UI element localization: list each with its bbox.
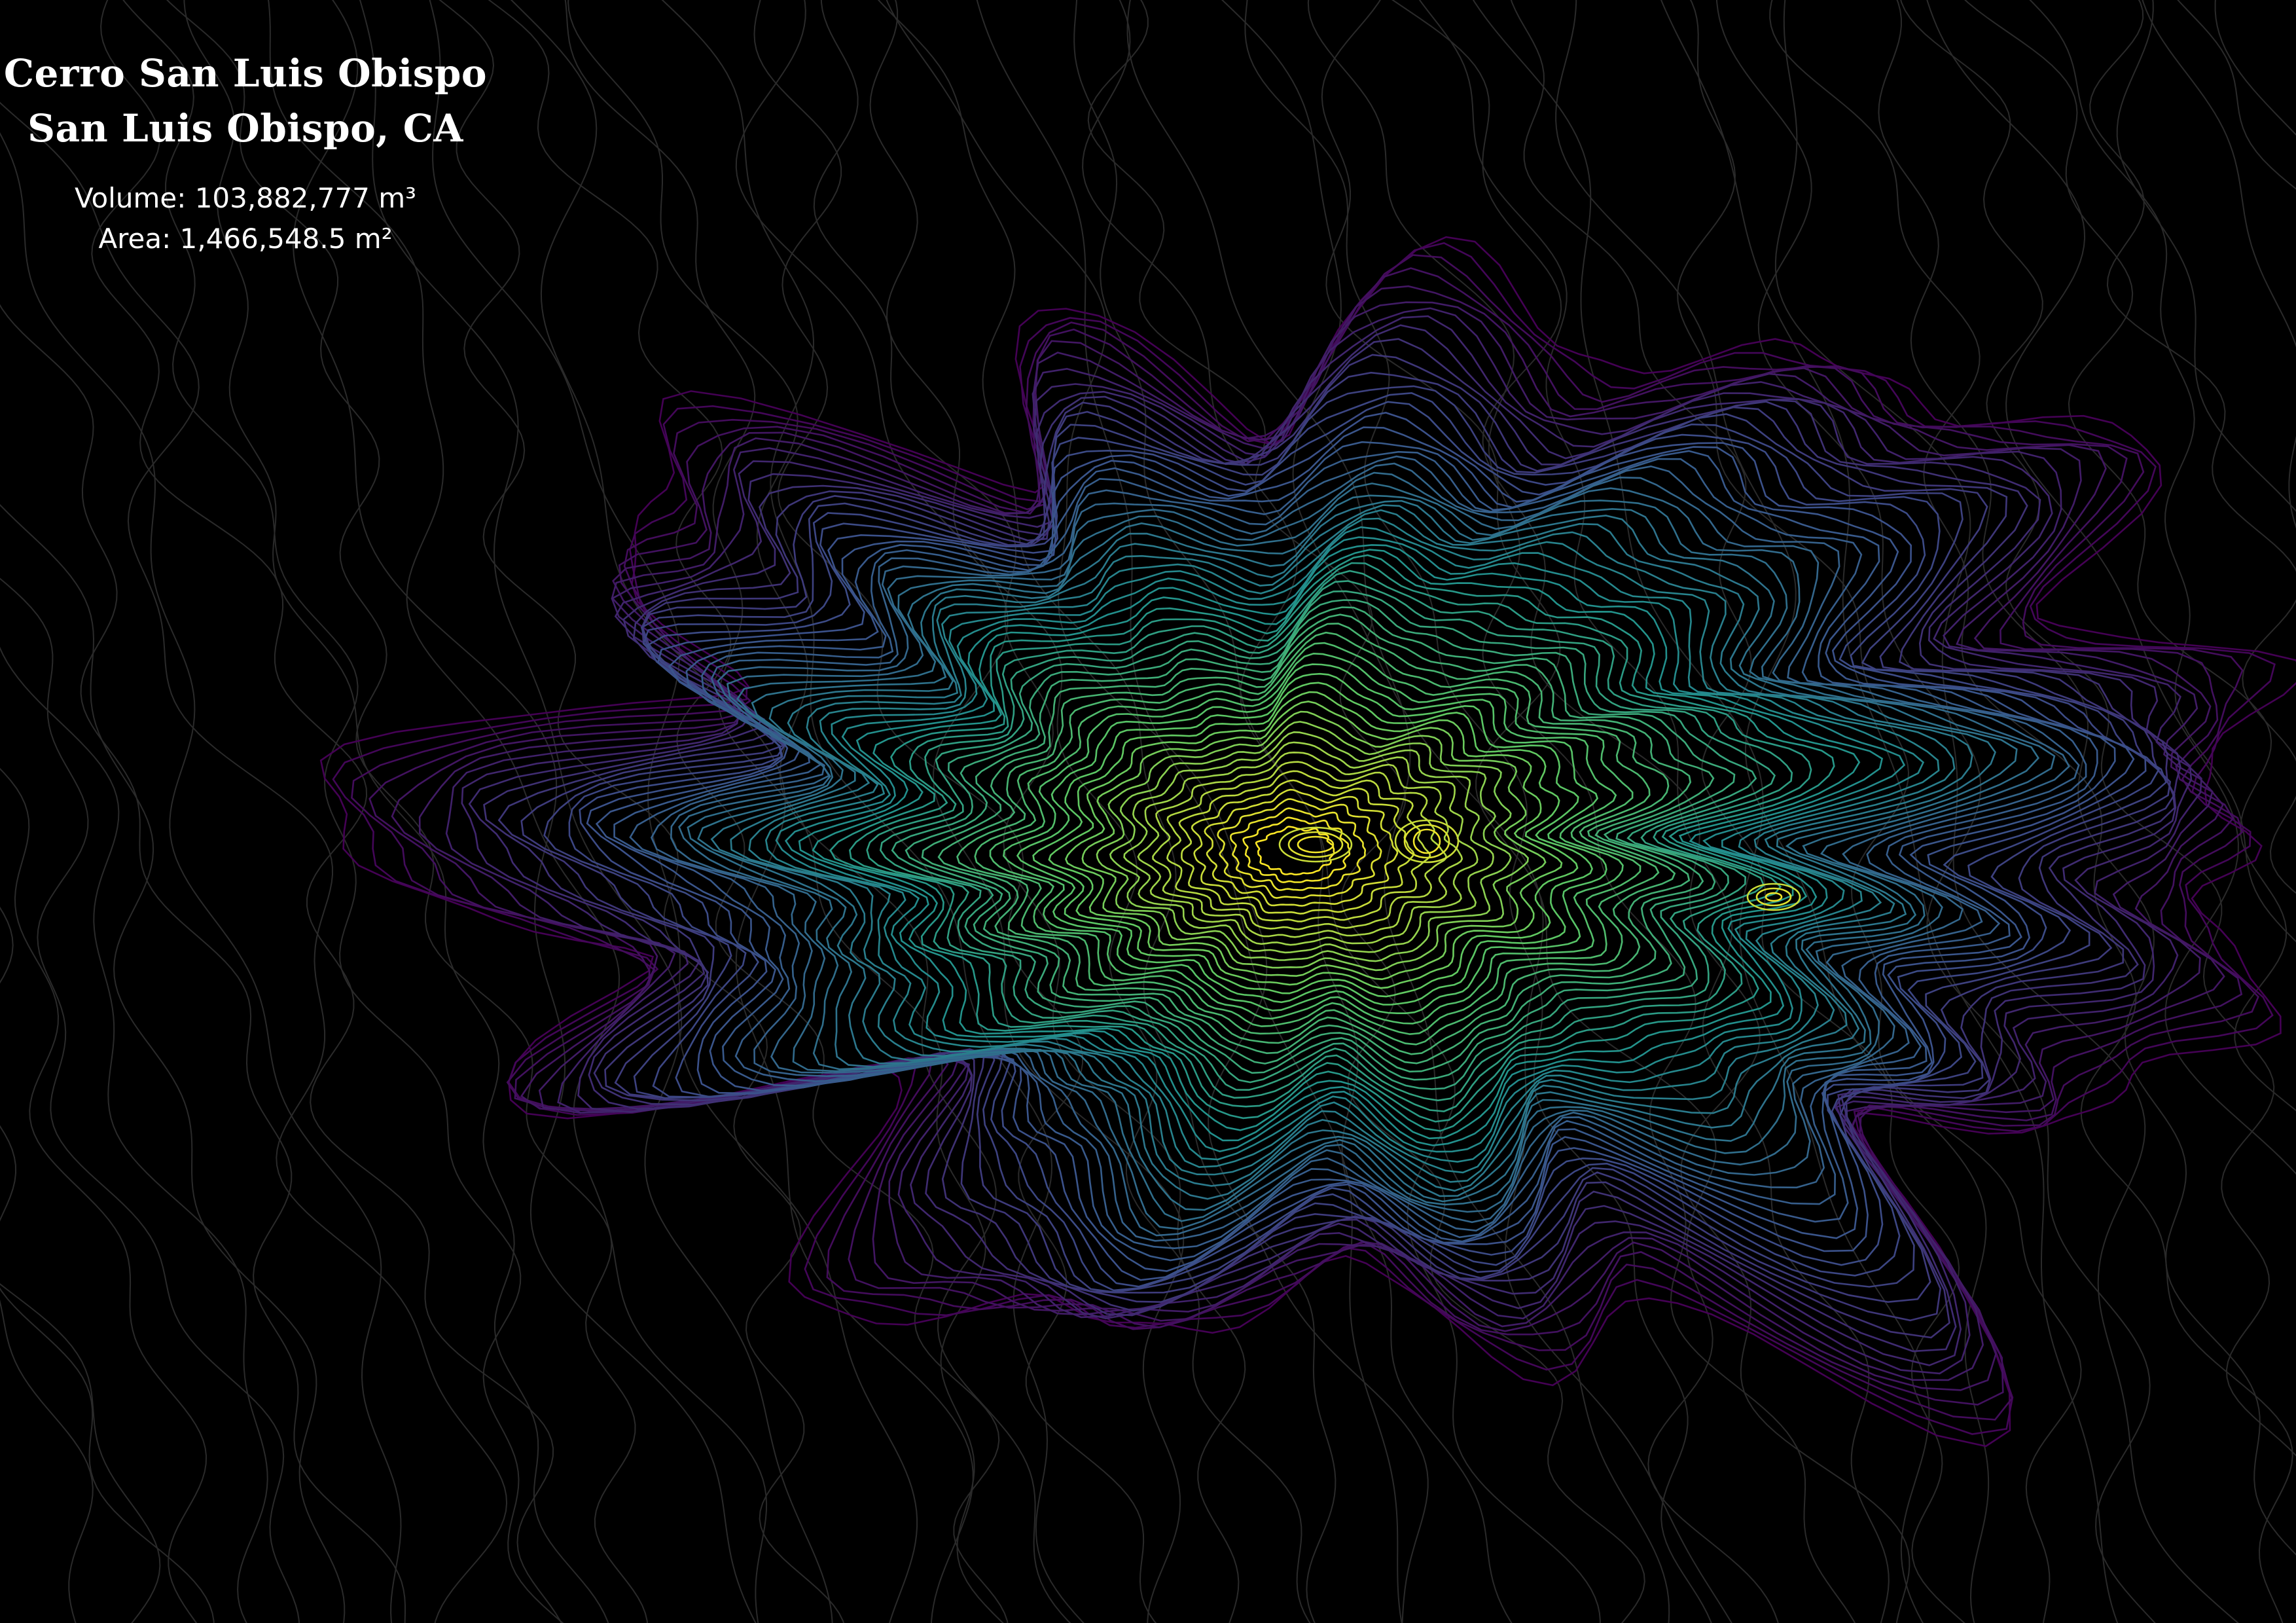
area-label: Area: (98, 223, 171, 255)
area-stat: Area: 1,466,548.5 m² (0, 219, 491, 259)
volume-stat: Volume: 103,882,777 m³ (0, 178, 491, 219)
map-stats: Volume: 103,882,777 m³ Area: 1,466,548.5… (0, 178, 491, 259)
volume-value: 103,882,777 m³ (194, 182, 416, 214)
map-legend: Cerro San Luis Obispo San Luis Obispo, C… (0, 46, 491, 259)
area-value: 1,466,548.5 m² (179, 223, 393, 255)
map-title-line-1: Cerro San Luis Obispo (3, 51, 488, 96)
volume-label: Volume: (74, 182, 187, 214)
map-title-line-2: San Luis Obispo, CA (27, 106, 463, 151)
